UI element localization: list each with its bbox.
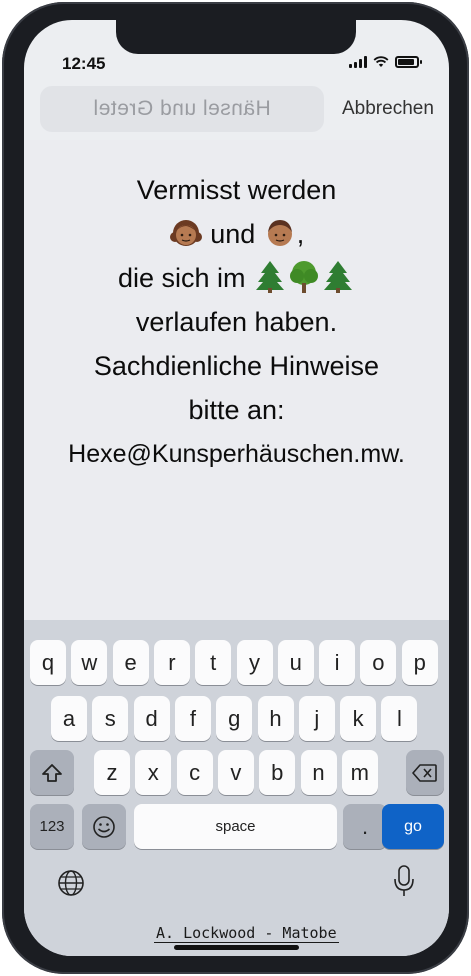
message-line-4: verlaufen haben. — [135, 307, 338, 337]
evergreen-tree-icon — [256, 261, 285, 293]
key-f[interactable]: f — [174, 696, 211, 741]
key-i[interactable]: i — [319, 640, 356, 685]
key-c[interactable]: c — [176, 750, 213, 795]
message-line-2: und , — [24, 214, 449, 258]
wifi-icon — [373, 56, 389, 68]
smiley-icon — [93, 815, 115, 838]
search-input[interactable]: Hänsel und Gretel — [40, 86, 324, 132]
notch — [116, 20, 356, 54]
key-u[interactable]: u — [277, 640, 314, 685]
status-time: 12:45 — [62, 54, 106, 73]
delete-key[interactable] — [406, 750, 444, 795]
girl-emoji-icon — [169, 220, 202, 246]
key-j[interactable]: j — [298, 696, 335, 741]
battery-icon — [395, 56, 422, 68]
status-icons — [349, 56, 422, 68]
message-email: Hexe@Kunsperhäuschen.mw. — [68, 440, 405, 468]
message-content: Vermisst werden und , die sich im verlau… — [24, 140, 449, 620]
key-t[interactable]: t — [195, 640, 232, 685]
key-y[interactable]: y — [236, 640, 273, 685]
key-w[interactable]: w — [71, 640, 108, 685]
message-connector: und — [210, 219, 256, 249]
key-o[interactable]: o — [360, 640, 397, 685]
go-key[interactable]: go — [382, 804, 444, 849]
key-d[interactable]: d — [133, 696, 170, 741]
key-n[interactable]: n — [300, 750, 337, 795]
evergreen-tree-icon — [324, 261, 353, 293]
message-line-6: bitte an: — [188, 395, 285, 425]
keyboard: qwertyuiop asdfghjkl zxcvbnm 123 space . g… — [24, 620, 449, 956]
numbers-key[interactable]: 123 — [30, 804, 74, 849]
shift-key[interactable] — [30, 750, 74, 795]
key-m[interactable]: m — [341, 750, 378, 795]
space-key[interactable]: space — [134, 804, 337, 849]
key-g[interactable]: g — [216, 696, 253, 741]
backspace-icon — [412, 763, 437, 782]
dot-key[interactable]: . — [343, 804, 387, 849]
cancel-button[interactable]: Abbrechen — [342, 98, 434, 120]
key-r[interactable]: r — [153, 640, 190, 685]
search-input-value: Hänsel und Gretel — [93, 97, 271, 120]
emoji-key[interactable] — [82, 804, 126, 849]
message-comma: , — [296, 219, 305, 249]
key-z[interactable]: z — [94, 750, 130, 795]
credit-text: A. Lockwood - Matobe — [154, 924, 339, 943]
key-p[interactable]: p — [401, 640, 438, 685]
message-line-3-text: die sich im — [117, 263, 246, 293]
key-b[interactable]: b — [259, 750, 296, 795]
key-l[interactable]: l — [381, 696, 418, 741]
key-e[interactable]: e — [112, 640, 149, 685]
phone-screen: 12:45 Hänsel und Gretel Abbrechen Vermis… — [24, 20, 449, 956]
home-indicator — [174, 945, 299, 950]
key-v[interactable]: v — [217, 750, 254, 795]
key-k[interactable]: k — [340, 696, 377, 741]
key-a[interactable]: a — [51, 696, 87, 741]
shift-icon — [42, 763, 62, 782]
message-line-5: Sachdienliche Hinweise — [93, 351, 380, 381]
key-s[interactable]: s — [92, 696, 129, 741]
message-line-3: die sich im — [24, 258, 449, 302]
deciduous-tree-icon — [290, 261, 319, 293]
message-line-1: Vermisst werden — [136, 175, 337, 205]
globe-icon[interactable] — [56, 868, 86, 898]
key-x[interactable]: x — [135, 750, 172, 795]
boy-emoji-icon — [267, 220, 292, 246]
phone-frame: 12:45 Hänsel und Gretel Abbrechen Vermis… — [2, 2, 469, 974]
key-q[interactable]: q — [30, 640, 66, 685]
signal-icon — [349, 56, 367, 68]
microphone-icon[interactable] — [392, 864, 416, 898]
key-h[interactable]: h — [257, 696, 294, 741]
